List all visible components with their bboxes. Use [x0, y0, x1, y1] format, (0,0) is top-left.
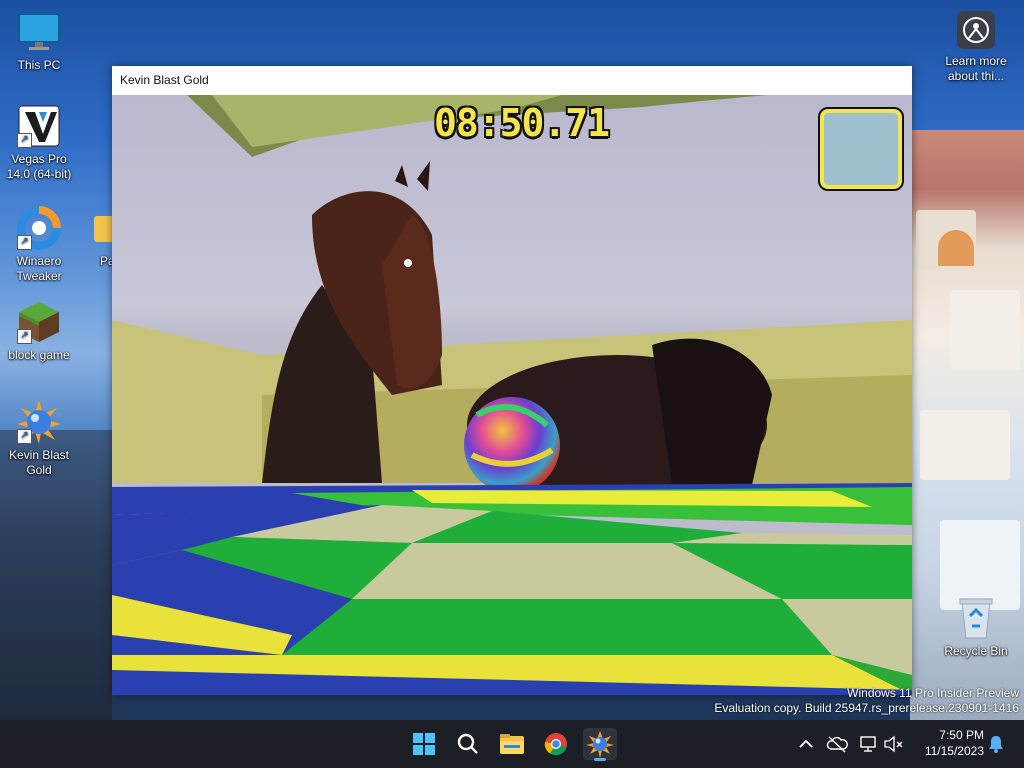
- clock-time: 7:50 PM: [939, 728, 984, 742]
- grass-block-icon: ↗: [17, 300, 61, 344]
- quick-settings-button[interactable]: [858, 733, 904, 755]
- watermark-build: Evaluation copy. Build 25947.rs_prerelea…: [714, 701, 1019, 715]
- desktop-icon-label: block game: [8, 348, 70, 362]
- start-button[interactable]: [407, 728, 441, 760]
- search-icon: [457, 733, 478, 754]
- desktop-icon-label: Recycle Bin: [944, 644, 1008, 658]
- watermark-edition: Windows 11 Pro Insider Preview: [847, 686, 1019, 700]
- search-button[interactable]: [451, 728, 485, 760]
- show-hidden-icons-button[interactable]: [796, 734, 816, 754]
- clock-button[interactable]: 7:50 PM 11/15/2023: [908, 726, 984, 762]
- kevin-blast-icon: ↗: [17, 400, 61, 444]
- recycle-bin-icon: [954, 596, 998, 640]
- chrome-button[interactable]: [539, 728, 573, 760]
- file-explorer-button[interactable]: [495, 728, 529, 760]
- folder-icon: [94, 206, 112, 250]
- game-viewport[interactable]: 08:50.71: [112, 95, 912, 695]
- learn-more-icon: [956, 10, 996, 50]
- taskbar: 7:50 PM 11/15/2023: [0, 720, 1024, 768]
- desktop-icon-learn-more[interactable]: Learn more about thi...: [938, 10, 1014, 84]
- desktop-icon-label: Learn more about thi...: [945, 54, 1007, 83]
- desktop-icon-label: Vegas Pro 14.0 (64-bit): [6, 152, 72, 181]
- onedrive-button[interactable]: [826, 734, 848, 754]
- chevron-up-icon: [799, 739, 813, 748]
- bell-icon: [989, 736, 1003, 753]
- window-title[interactable]: Kevin Blast Gold: [112, 66, 912, 95]
- desktop-icon-kevin-blast-gold[interactable]: ↗ Kevin Blast Gold: [2, 400, 76, 478]
- clock-date: 11/15/2023: [924, 744, 984, 758]
- desktop-icon-vegas-pro[interactable]: ↗ Vegas Pro 14.0 (64-bit): [2, 104, 76, 182]
- desktop-icon-label: Kevin Blast Gold: [8, 448, 70, 477]
- desktop-icon-folder[interactable]: Pa: [72, 206, 112, 269]
- kevin-blast-icon: [586, 731, 614, 758]
- start-icon: [413, 733, 435, 755]
- desktop-icon-winaero-tweaker[interactable]: ↗ Winaero Tweaker: [2, 206, 76, 284]
- winaero-icon: ↗: [17, 206, 61, 250]
- game-window[interactable]: Kevin Blast Gold 08:50.71: [112, 66, 912, 695]
- cloud-offline-icon: [826, 736, 848, 753]
- shortcut-arrow-icon: ↗: [17, 133, 32, 148]
- notifications-button[interactable]: [986, 734, 1006, 754]
- minimap: [818, 107, 904, 191]
- desktop-icon-this-pc[interactable]: This PC: [2, 10, 76, 73]
- desktop-icon-recycle-bin[interactable]: Recycle Bin: [938, 596, 1014, 659]
- desktop-icon-label: Pa: [100, 254, 112, 268]
- shortcut-arrow-icon: ↗: [17, 235, 32, 250]
- network-icon: [860, 736, 876, 752]
- shortcut-arrow-icon: ↗: [17, 329, 32, 344]
- file-explorer-icon: [500, 734, 524, 754]
- timer-display: 08:50.71: [434, 101, 610, 145]
- vegas-pro-icon: ↗: [17, 104, 61, 148]
- desktop-icon-label: This PC: [17, 58, 61, 72]
- desktop-icon-block-game[interactable]: ↗ block game: [2, 300, 76, 363]
- game-scene: [112, 95, 912, 695]
- volume-muted-icon: [884, 735, 903, 753]
- chrome-icon: [544, 733, 567, 756]
- kevin-blast-taskbar-button[interactable]: [583, 728, 617, 761]
- monitor-icon: [17, 10, 61, 54]
- desktop-icon-label: Winaero Tweaker: [16, 254, 62, 283]
- shortcut-arrow-icon: ↗: [17, 429, 32, 444]
